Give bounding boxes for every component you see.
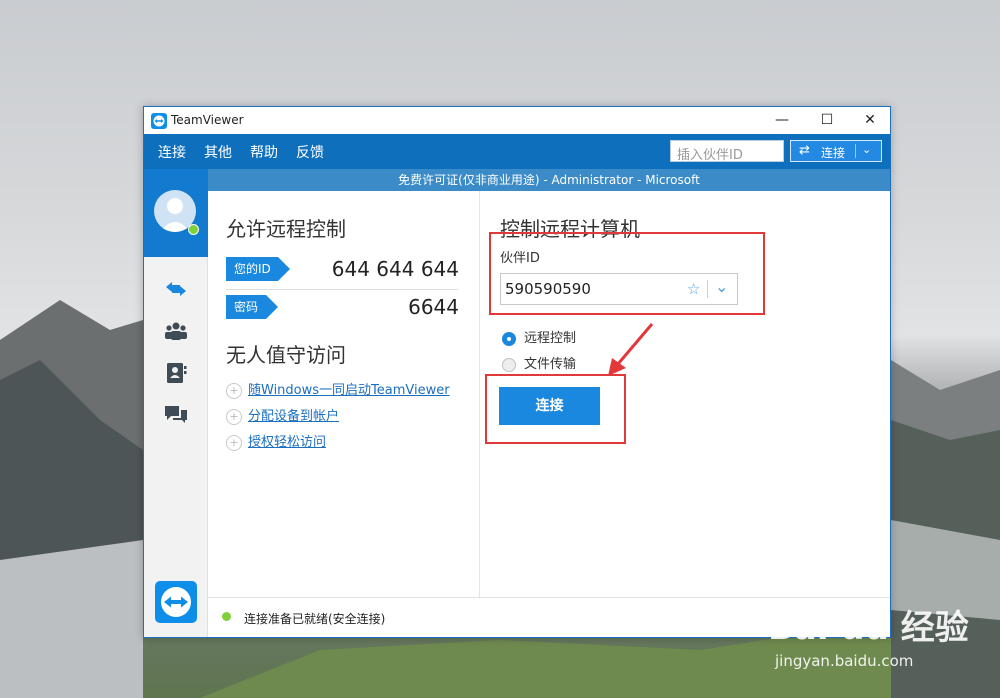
your-id-value[interactable]: 644 644 644	[332, 257, 459, 281]
baidu-watermark: Bai du 经验	[768, 608, 969, 648]
allow-remote-panel: 允许远程控制 您的ID 644 644 644 密码 6644 无人值守访问 +…	[208, 191, 480, 597]
link-assign-device-label: 分配设备到帐户	[248, 409, 340, 424]
link-easy-access[interactable]: + 授权轻松访问	[226, 431, 326, 451]
link-start-with-windows-label: 随Windows一同启动TeamViewer	[248, 383, 450, 398]
meeting-icon[interactable]	[162, 317, 190, 345]
plus-icon: +	[226, 408, 242, 425]
unattended-title: 无人值守访问	[226, 343, 346, 367]
link-assign-device[interactable]: + 分配设备到帐户	[226, 405, 339, 425]
arrow-icon	[608, 323, 654, 376]
link-easy-access-label: 授权轻松访问	[248, 435, 327, 450]
title-bar: TeamViewer — ☐ ✕	[144, 107, 890, 134]
password-value[interactable]: 6644	[408, 295, 459, 319]
sidebar	[144, 169, 208, 637]
radio-unselected[interactable]	[502, 357, 516, 372]
teamviewer-window: TeamViewer — ☐ ✕ 连接 其他 帮助 反馈 插入伙伴ID ⇄ 连接…	[143, 106, 891, 638]
menu-bar: 连接 其他 帮助 反馈 插入伙伴ID ⇄ 连接 ⌄	[144, 134, 890, 169]
chevron-down-icon[interactable]: ⌄	[862, 143, 871, 156]
option-file-transfer-label: 文件传输	[524, 357, 577, 372]
minimize-button[interactable]: —	[762, 109, 802, 131]
account-header	[144, 169, 208, 257]
status-indicator-dot	[222, 612, 231, 621]
window-title: TeamViewer	[171, 113, 244, 127]
remote-control-icon[interactable]	[162, 275, 190, 303]
allow-remote-title: 允许远程控制	[226, 217, 346, 241]
status-text: 连接准备已就绪(安全连接)	[244, 612, 386, 626]
plus-icon: +	[226, 382, 242, 399]
menu-help[interactable]: 帮助	[250, 142, 278, 162]
contacts-icon[interactable]	[162, 359, 190, 387]
plus-icon: +	[226, 434, 242, 451]
partner-id-input-top[interactable]: 插入伙伴ID	[670, 140, 784, 163]
close-button[interactable]: ✕	[850, 109, 890, 131]
radio-selected[interactable]	[502, 331, 516, 346]
menu-feedback[interactable]: 反馈	[296, 142, 324, 162]
password-label: 密码	[226, 295, 278, 319]
online-status-dot	[188, 224, 199, 235]
option-file-transfer[interactable]: 文件传输	[502, 353, 576, 372]
arrows-icon: ⇄	[799, 143, 810, 158]
teamviewer-logo-icon	[151, 113, 167, 129]
your-id-label: 您的ID	[226, 257, 290, 281]
divider	[855, 144, 856, 158]
maximize-button[interactable]: ☐	[807, 109, 847, 131]
separator	[226, 289, 458, 290]
baidu-watermark-url: jingyan.baidu.com	[775, 652, 914, 670]
highlight-box-partner-id	[489, 232, 765, 315]
option-remote-control-label: 远程控制	[524, 331, 577, 346]
connect-button-top[interactable]: ⇄ 连接 ⌄	[790, 140, 882, 162]
link-start-with-windows[interactable]: + 随Windows一同启动TeamViewer	[226, 379, 450, 399]
chat-icon[interactable]	[162, 401, 190, 429]
menu-other[interactable]: 其他	[204, 142, 232, 162]
highlight-box-connect	[485, 374, 626, 444]
menu-connect[interactable]: 连接	[158, 142, 186, 162]
license-banner: 免费许可证(仅非商业用途) - Administrator - Microsof…	[208, 169, 890, 191]
teamviewer-brand-icon	[155, 581, 197, 623]
connect-top-label: 连接	[821, 146, 846, 160]
option-remote-control[interactable]: 远程控制	[502, 327, 576, 346]
